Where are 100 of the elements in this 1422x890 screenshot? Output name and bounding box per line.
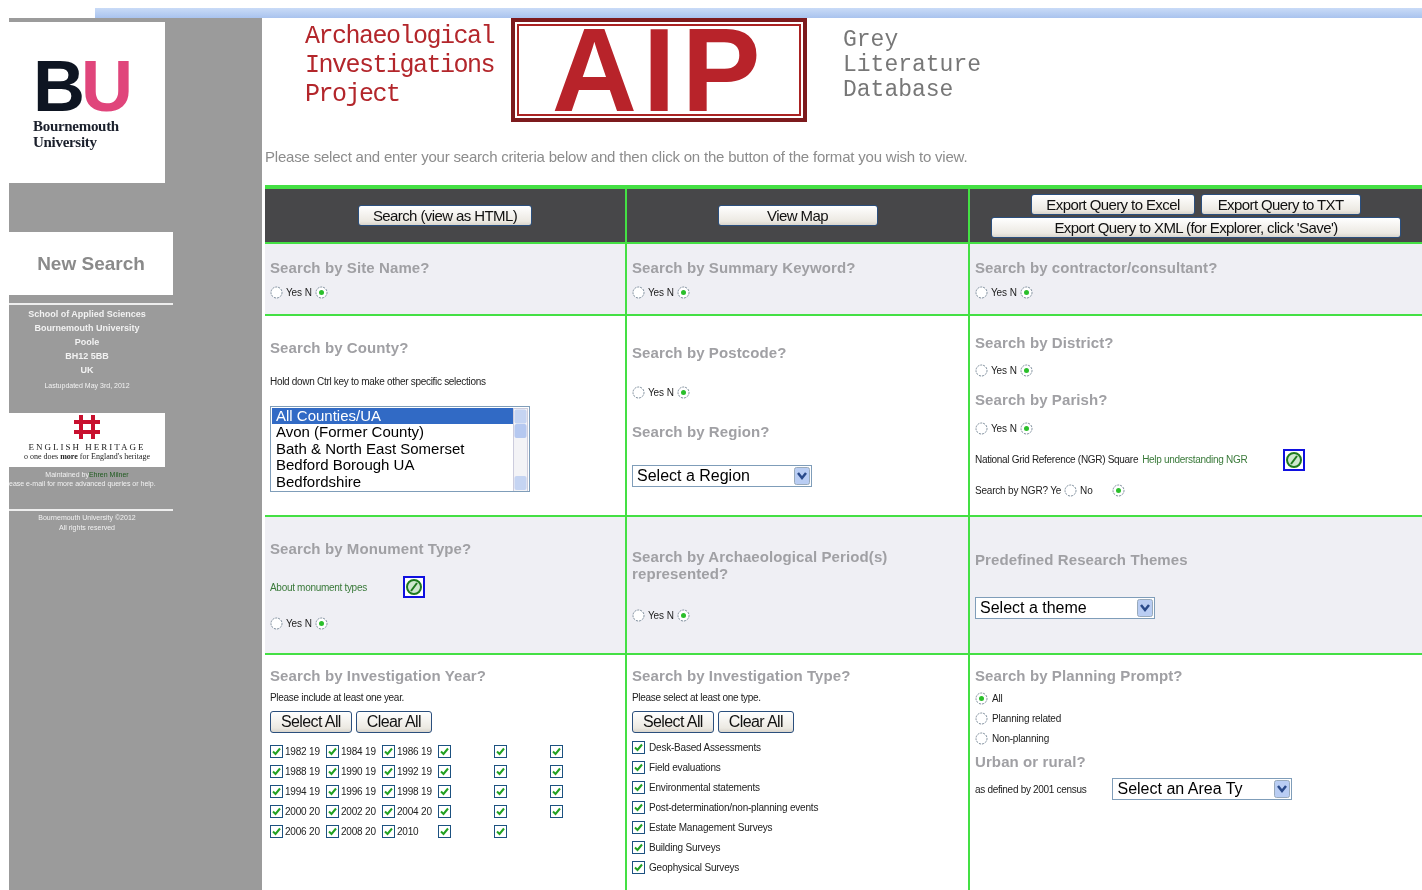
- checkbox[interactable]: [382, 764, 395, 778]
- button[interactable]: Clear All: [355, 711, 432, 733]
- button[interactable]: Select All: [270, 711, 352, 733]
- database-title: Grey: [843, 28, 900, 53]
- checkbox-label: 1996 19: [341, 785, 376, 797]
- checkbox-label: 1990 19: [341, 765, 376, 777]
- button[interactable]: Export Query to TXT: [1200, 193, 1361, 215]
- button[interactable]: Export Query to Excel: [1031, 193, 1195, 215]
- checkbox[interactable]: [382, 744, 395, 758]
- radio-label: Yes: [991, 287, 1007, 299]
- radio-button[interactable]: [314, 286, 328, 300]
- dropdown[interactable]: Select an Area Ty: [1112, 778, 1293, 800]
- project-title: Archaeological: [305, 22, 496, 51]
- dropdown[interactable]: Select a Region: [632, 464, 812, 487]
- checkbox[interactable]: [270, 784, 283, 798]
- list-box[interactable]: All Counties/UA Avon (Former County) Bath & North East Somerset Bedford Borough UA Bedfordshire: [270, 405, 530, 492]
- radio-button[interactable]: [1064, 484, 1078, 498]
- hint-text: Hold down Ctrl key to make other specific selections: [270, 375, 486, 387]
- radio-button[interactable]: [975, 712, 988, 725]
- button[interactable]: View Map: [717, 205, 878, 226]
- address-line: Poole: [73, 336, 101, 349]
- checkbox[interactable]: [270, 744, 283, 758]
- instructions-text: Please select and enter your search criteria below and then click on the button of the format you wish to view.: [265, 148, 969, 165]
- checkbox[interactable]: [438, 804, 451, 818]
- checkbox[interactable]: [494, 744, 507, 758]
- checkbox[interactable]: [326, 764, 339, 778]
- checkbox[interactable]: [270, 764, 283, 778]
- hint-text: Please include at least one year.: [270, 692, 405, 703]
- radio-button[interactable]: [975, 364, 988, 378]
- dropdown[interactable]: Select a theme: [975, 597, 1155, 620]
- checkbox[interactable]: [632, 741, 645, 754]
- radio-button[interactable]: [270, 617, 283, 630]
- section-heading: Search by Investigation Year?: [270, 667, 487, 684]
- checkbox[interactable]: [438, 764, 451, 778]
- button[interactable]: Export Query to XML (for Explorer, click 'Save'): [991, 216, 1401, 238]
- checkbox[interactable]: [494, 824, 507, 838]
- checkbox[interactable]: [270, 824, 283, 838]
- radio-button[interactable]: [676, 286, 690, 300]
- checkbox[interactable]: [438, 744, 451, 758]
- checkbox[interactable]: [382, 784, 395, 798]
- address-line: UK: [79, 364, 95, 377]
- slash-circle-icon[interactable]: [1283, 448, 1306, 471]
- radio-button[interactable]: [270, 286, 283, 300]
- checkbox[interactable]: [632, 821, 645, 834]
- checkbox[interactable]: [494, 804, 507, 818]
- button[interactable]: Select All: [632, 711, 714, 733]
- checkbox[interactable]: [438, 824, 451, 838]
- checkbox[interactable]: [438, 784, 451, 798]
- radio-button[interactable]: [975, 692, 988, 705]
- checkbox[interactable]: [550, 784, 563, 798]
- help-link[interactable]: About monument types: [270, 581, 367, 593]
- radio-button[interactable]: [1111, 484, 1125, 498]
- checkbox[interactable]: [550, 804, 563, 818]
- checkbox[interactable]: [326, 824, 339, 838]
- checkbox-label: 1986 19: [397, 745, 432, 757]
- radio-button[interactable]: [975, 286, 988, 300]
- address-line: BH12 5BB: [64, 350, 110, 363]
- button[interactable]: Search (view as HTML): [357, 205, 533, 226]
- checkbox[interactable]: [494, 784, 507, 798]
- radio-button[interactable]: [632, 385, 645, 399]
- radio-button[interactable]: [632, 286, 645, 300]
- radio-button[interactable]: [975, 421, 988, 435]
- radio-button[interactable]: [1019, 286, 1033, 300]
- radio-button[interactable]: [1019, 421, 1033, 435]
- checkbox[interactable]: [632, 761, 645, 774]
- checkbox-label: 2010: [397, 825, 419, 837]
- checkbox-label: 1998 19: [397, 785, 432, 797]
- radio-button[interactable]: [632, 609, 645, 622]
- checkbox[interactable]: [632, 841, 645, 854]
- checkbox[interactable]: [494, 764, 507, 778]
- checkbox[interactable]: [550, 764, 563, 778]
- slash-circle-icon[interactable]: [402, 576, 425, 598]
- radio-label: N: [666, 610, 674, 621]
- list-option[interactable]: Bath & North East Somerset: [272, 440, 513, 458]
- scrollbar[interactable]: [513, 407, 528, 491]
- radio-button[interactable]: [676, 609, 690, 622]
- button[interactable]: Clear All: [717, 711, 794, 733]
- radio-label: Yes: [648, 610, 664, 621]
- list-option[interactable]: Bedfordshire: [272, 473, 513, 491]
- checkbox[interactable]: [326, 784, 339, 798]
- checkbox[interactable]: [326, 744, 339, 758]
- radio-button[interactable]: [1019, 364, 1033, 378]
- checkbox[interactable]: [550, 744, 563, 758]
- radio-label: Planning related: [992, 713, 1062, 724]
- section-heading: Search by Investigation Type?: [632, 667, 851, 684]
- checkbox[interactable]: [270, 804, 283, 818]
- checkbox[interactable]: [632, 781, 645, 794]
- checkbox[interactable]: [632, 861, 645, 874]
- checkbox[interactable]: [382, 824, 395, 838]
- section-heading: Search by Postcode?: [632, 344, 787, 362]
- checkbox[interactable]: [382, 804, 395, 818]
- list-option[interactable]: All Counties/UA: [272, 407, 513, 425]
- radio-button[interactable]: [975, 732, 988, 745]
- checkbox[interactable]: [326, 804, 339, 818]
- radio-button[interactable]: [676, 385, 690, 399]
- radio-button[interactable]: [314, 617, 328, 630]
- list-option[interactable]: Bedford Borough UA: [272, 457, 513, 474]
- help-link[interactable]: Help understanding NGR: [1142, 454, 1248, 465]
- list-option[interactable]: Avon (Former County): [272, 424, 513, 441]
- checkbox[interactable]: [632, 801, 645, 814]
